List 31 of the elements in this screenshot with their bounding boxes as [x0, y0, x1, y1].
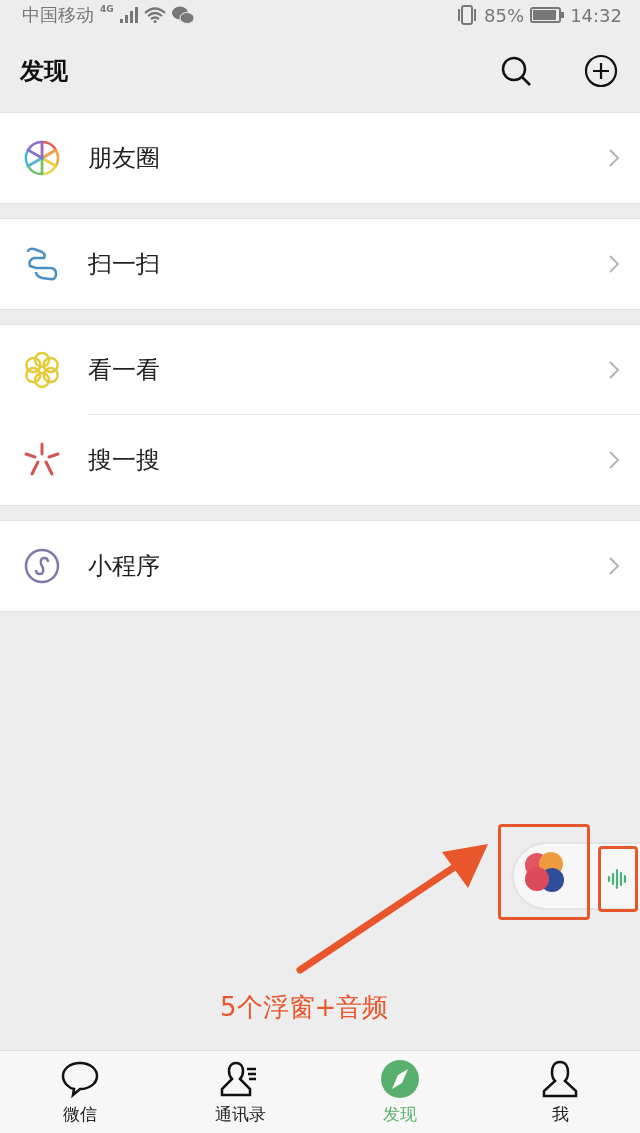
chevron-icon [608, 148, 620, 168]
aperture-icon [22, 138, 62, 178]
tab[interactable]: 我 [480, 1051, 640, 1133]
chevron-icon [608, 450, 620, 470]
menu-item[interactable]: 搜一搜 [0, 415, 640, 505]
menu-item[interactable]: 朋友圈 [0, 113, 640, 203]
wifi-icon [143, 7, 166, 23]
add-icon[interactable] [584, 54, 618, 88]
tab[interactable]: 通讯录 [160, 1051, 320, 1133]
link-icon [22, 546, 62, 586]
chevron-icon [608, 556, 620, 576]
signal-icon [119, 7, 138, 23]
chat-app-icon [171, 6, 194, 24]
person-icon [540, 1058, 580, 1099]
search-icon[interactable] [500, 55, 532, 87]
carrier-name: 中国移动 [22, 3, 94, 27]
battery-percent: 85% [484, 4, 525, 26]
network-type: 4G [100, 4, 114, 14]
tab[interactable]: 微信 [0, 1051, 160, 1133]
clock-time: 14:32 [570, 4, 622, 26]
flower-icon [22, 350, 62, 390]
chevron-icon [608, 360, 620, 380]
menu-item[interactable]: 看一看 [0, 325, 640, 415]
page-title: 发现 [20, 56, 69, 87]
menu-item[interactable]: 小程序 [0, 521, 640, 611]
chevron-icon [608, 254, 620, 274]
compass-icon [380, 1058, 420, 1099]
battery-icon [530, 7, 565, 23]
vibrate-icon [456, 5, 479, 25]
annotation-text: 5个浮窗+音频 [220, 991, 389, 1024]
menu-item[interactable]: 扫一扫 [0, 219, 640, 309]
